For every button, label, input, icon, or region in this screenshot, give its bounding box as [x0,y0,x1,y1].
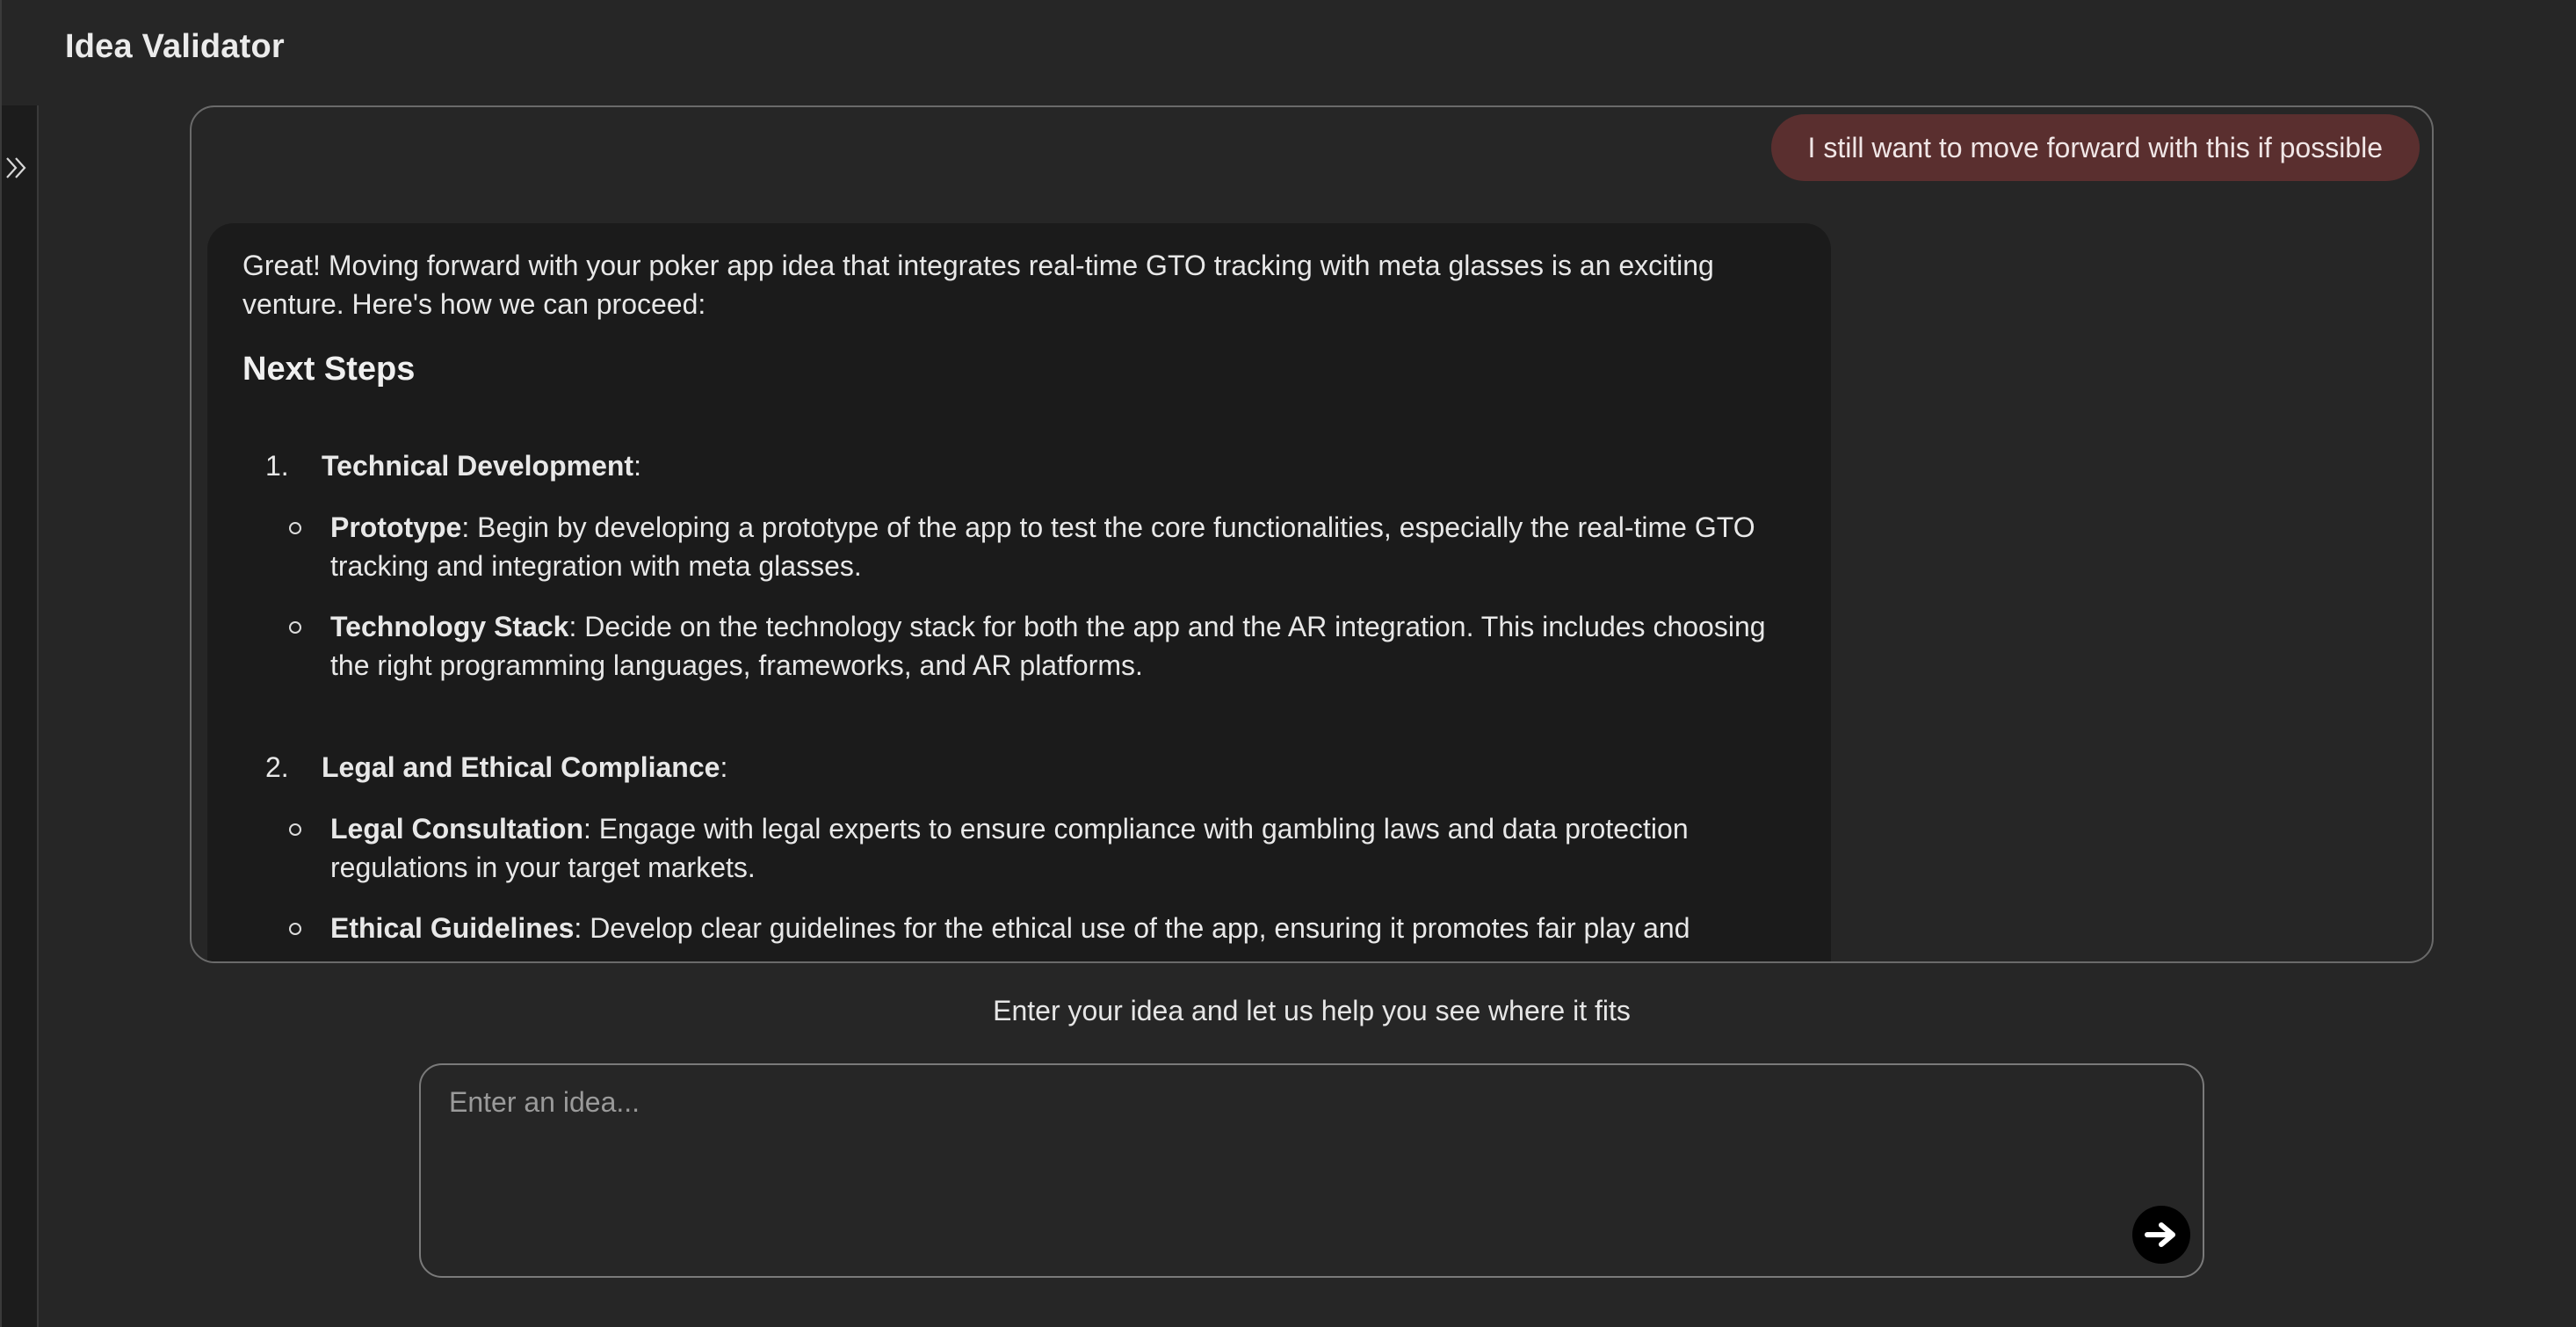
list-item-label: Prototype [330,511,462,543]
chat-panel[interactable]: I still want to move forward with this i… [190,105,2434,963]
bullet-icon [289,923,301,935]
step-technical-development: 1. Technical Development: [242,446,1796,485]
list-item: Legal Consultation: Engage with legal ex… [242,809,1796,887]
bullet-icon [289,522,301,534]
arrow-right-icon [2145,1222,2175,1247]
list-item-label: Ethical Guidelines [330,912,575,944]
step-suffix: : [720,751,728,783]
idea-input-container [419,1063,2204,1278]
step-number: 2. [265,751,289,783]
step-1-list: Prototype: Begin by developing a prototy… [242,508,1796,685]
idea-input[interactable] [447,1081,2117,1248]
bullet-icon [289,621,301,634]
list-item-text: : Begin by developing a prototype of the… [330,511,1755,582]
list-item-text: : Develop clear guidelines for the ethic… [574,912,1690,944]
composer-prompt: Enter your idea and let us help you see … [993,995,1631,1026]
list-item-label: Legal Consultation [330,813,583,845]
step-number: 1. [265,450,289,482]
list-item: Ethical Guidelines: Develop clear guidel… [242,909,1796,947]
submit-button[interactable] [2132,1206,2190,1264]
step-title: Technical Development [322,450,634,482]
sidebar-toggle-button[interactable] [2,149,37,186]
step-legal-ethical-compliance: 2. Legal and Ethical Compliance: [242,748,1796,787]
step-2-list: Legal Consultation: Engage with legal ex… [242,809,1796,947]
assistant-intro: Great! Moving forward with your poker ap… [242,250,1714,320]
app-window: Idea Validator I still want to move forw… [0,0,2576,1327]
user-message: I still want to move forward with this i… [1770,114,2420,181]
list-item: Prototype: Begin by developing a prototy… [242,508,1796,585]
assistant-message: Great! Moving forward with your poker ap… [207,223,1831,961]
section-heading: Next Steps [242,351,416,388]
double-chevron-right-icon [6,157,26,178]
sidebar-collapsed [2,105,39,1327]
step-title: Legal and Ethical Compliance [322,751,720,783]
app-title: Idea Validator [65,28,285,65]
step-suffix: : [633,450,641,482]
list-item: Technology Stack: Decide on the technolo… [242,607,1796,685]
list-item-label: Technology Stack [330,611,569,642]
bullet-icon [289,823,301,836]
